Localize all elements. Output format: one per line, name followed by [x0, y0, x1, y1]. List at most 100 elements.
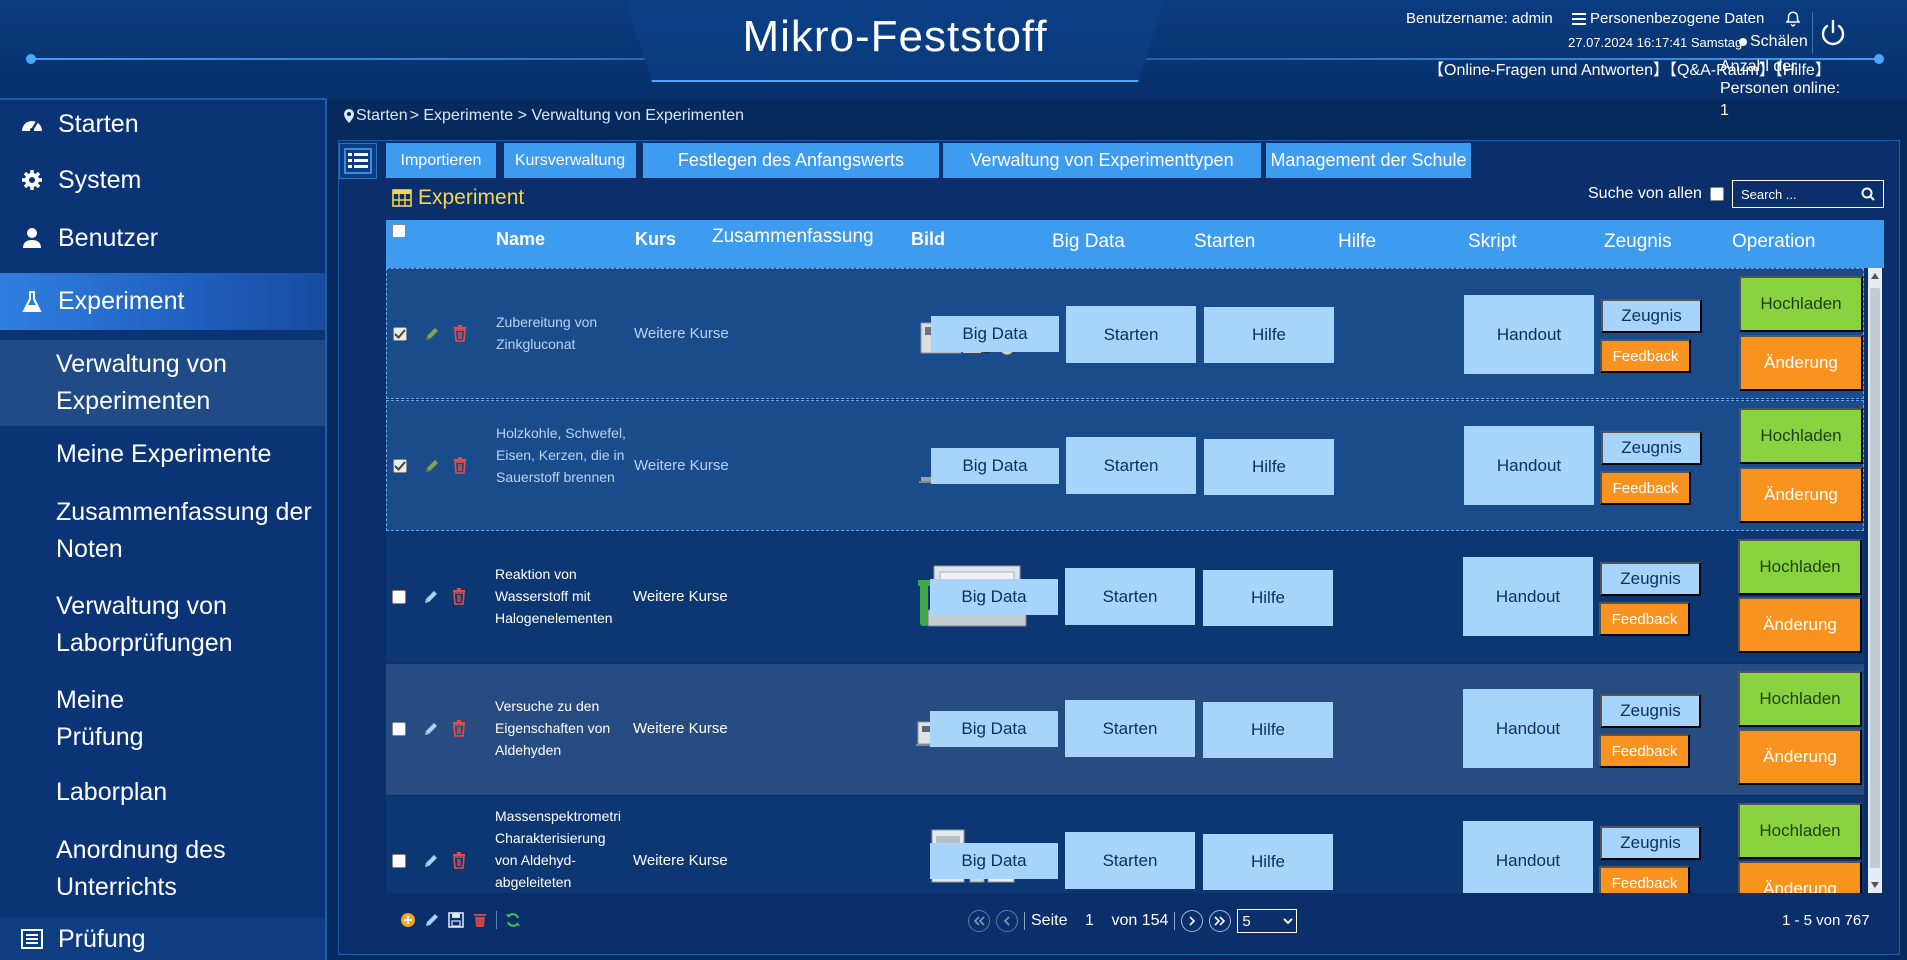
delete-icon[interactable] [451, 324, 469, 342]
column-header-start[interactable]: Starten [1194, 231, 1255, 253]
table-scrollbar[interactable] [1868, 268, 1882, 893]
edit-icon[interactable] [423, 457, 441, 475]
sidebar-subitem-lab-exam-management[interactable]: Verwaltung von Laborprüfungen [0, 588, 325, 662]
personal-data-link[interactable]: Personenbezogene Daten [1572, 10, 1764, 27]
search-icon[interactable] [1861, 187, 1875, 201]
sidebar-subitem-my-experiments[interactable]: Meine Experimente [0, 436, 325, 473]
skin-switch[interactable]: Schälen [1738, 33, 1808, 51]
sidebar-subitem-lesson-schedule[interactable]: Anordnung des Unterrichts [0, 832, 325, 906]
delete-icon[interactable] [451, 456, 469, 474]
certificate-button[interactable]: Zeugnis [1600, 826, 1701, 860]
certificate-button[interactable]: Zeugnis [1600, 694, 1701, 728]
sidebar-item-starten[interactable]: Starten [0, 106, 325, 142]
bigdata-button[interactable]: Big Data [930, 711, 1058, 747]
handout-button[interactable]: Handout [1463, 821, 1593, 893]
first-page-button[interactable] [968, 910, 990, 932]
delete-icon[interactable] [472, 912, 488, 928]
add-icon[interactable] [400, 912, 416, 928]
help-button[interactable]: Hilfe [1203, 834, 1333, 890]
sidebar-item-benutzer[interactable]: Benutzer [0, 220, 325, 256]
upload-button[interactable]: Hochladen [1739, 408, 1863, 464]
edit-icon[interactable] [422, 852, 440, 870]
column-header-name[interactable]: Name [496, 229, 545, 250]
row-checkbox[interactable] [393, 327, 407, 341]
column-header-summary[interactable]: Zusammenfassung [712, 226, 874, 248]
help-button[interactable]: Hilfe [1204, 439, 1334, 495]
column-header-operation[interactable]: Operation [1732, 231, 1815, 253]
change-button[interactable]: Änderung [1739, 467, 1863, 523]
feedback-button[interactable]: Feedback [1599, 734, 1690, 768]
breadcrumb-home[interactable]: Starten [356, 107, 408, 125]
handout-button[interactable]: Handout [1463, 557, 1593, 636]
start-button[interactable]: Starten [1065, 700, 1195, 757]
help-button[interactable]: Hilfe [1203, 702, 1333, 758]
column-header-image[interactable]: Bild [911, 229, 945, 250]
table-row[interactable]: Holzkohle, Schwefel, Eisen, Kerzen, die … [386, 400, 1864, 531]
experiment-types-button[interactable]: Verwaltung von Experimenttypen [943, 143, 1261, 178]
delete-icon[interactable] [450, 851, 468, 869]
row-checkbox[interactable] [393, 459, 407, 473]
refresh-icon[interactable] [505, 912, 521, 928]
change-button[interactable]: Änderung [1738, 597, 1862, 653]
row-checkbox[interactable] [392, 722, 406, 736]
change-button[interactable]: Änderung [1739, 335, 1863, 391]
feedback-button[interactable]: Feedback [1599, 602, 1690, 636]
sidebar-subitem-grade-summary[interactable]: Zusammenfassung der Noten [0, 494, 325, 568]
edit-icon[interactable] [423, 325, 441, 343]
edit-icon[interactable] [422, 720, 440, 738]
delete-icon[interactable] [450, 587, 468, 605]
bigdata-button[interactable]: Big Data [931, 316, 1059, 352]
row-checkbox[interactable] [392, 854, 406, 868]
bigdata-button[interactable]: Big Data [930, 843, 1058, 879]
page-number-input[interactable]: 1 [1073, 912, 1105, 930]
bigdata-button[interactable]: Big Data [930, 579, 1058, 615]
page-size-select[interactable]: 5 [1237, 909, 1298, 933]
search-input[interactable] [1741, 186, 1851, 202]
bell-icon[interactable] [1784, 10, 1802, 28]
sidebar-item-system[interactable]: System [0, 162, 325, 198]
sidebar-item-pruefung[interactable]: Prüfung [0, 918, 325, 960]
handout-button[interactable]: Handout [1463, 689, 1593, 768]
table-row[interactable]: Versuche zu den Eigenschaften von Aldehy… [386, 664, 1864, 795]
certificate-button[interactable]: Zeugnis [1601, 299, 1702, 333]
column-header-certificate[interactable]: Zeugnis [1604, 231, 1672, 253]
feedback-button[interactable]: Feedback [1600, 471, 1691, 505]
view-toggle-button[interactable] [339, 143, 377, 179]
certificate-button[interactable]: Zeugnis [1600, 562, 1701, 596]
bigdata-button[interactable]: Big Data [931, 448, 1059, 484]
table-row[interactable]: Zubereitung von Zinkgluconat Weitere Kur… [386, 268, 1864, 399]
table-row[interactable]: Massenspektrometri Charakterisierung von… [386, 796, 1864, 893]
column-header-script[interactable]: Skript [1468, 231, 1517, 253]
scrollbar-thumb[interactable] [1870, 288, 1880, 868]
select-all-checkbox[interactable] [392, 224, 406, 238]
help-button[interactable]: Hilfe [1204, 307, 1334, 363]
scroll-down-arrow[interactable] [1871, 882, 1879, 888]
upload-button[interactable]: Hochladen [1738, 671, 1862, 727]
upload-button[interactable]: Hochladen [1739, 276, 1863, 332]
start-button[interactable]: Starten [1065, 832, 1195, 889]
scroll-up-arrow[interactable] [1871, 273, 1879, 279]
course-management-button[interactable]: Kursverwaltung [504, 143, 636, 178]
sidebar-item-experiment[interactable]: Experiment [0, 273, 325, 330]
edit-icon[interactable] [422, 588, 440, 606]
import-button[interactable]: Importieren [386, 143, 496, 178]
school-management-button[interactable]: Management der Schule [1266, 143, 1471, 178]
start-button[interactable]: Starten [1065, 568, 1195, 625]
column-header-bigdata[interactable]: Big Data [1052, 231, 1125, 253]
power-icon[interactable] [1818, 18, 1848, 48]
change-button[interactable]: Änderung [1738, 729, 1862, 785]
column-header-course[interactable]: Kurs [635, 229, 676, 250]
certificate-button[interactable]: Zeugnis [1601, 431, 1702, 465]
column-header-help[interactable]: Hilfe [1338, 231, 1376, 253]
start-button[interactable]: Starten [1066, 306, 1196, 363]
feedback-button[interactable]: Feedback [1600, 339, 1691, 373]
save-icon[interactable] [448, 912, 464, 928]
sidebar-subitem-experiment-management[interactable]: Verwaltung von Experimenten [0, 340, 325, 426]
last-page-button[interactable] [1209, 910, 1232, 932]
start-button[interactable]: Starten [1066, 437, 1196, 494]
initial-value-button[interactable]: Festlegen des Anfangswerts [643, 143, 939, 178]
edit-icon[interactable] [424, 912, 440, 928]
search-all-checkbox[interactable] [1709, 187, 1724, 201]
handout-button[interactable]: Handout [1464, 295, 1594, 374]
change-button[interactable]: Änderung [1738, 861, 1862, 893]
